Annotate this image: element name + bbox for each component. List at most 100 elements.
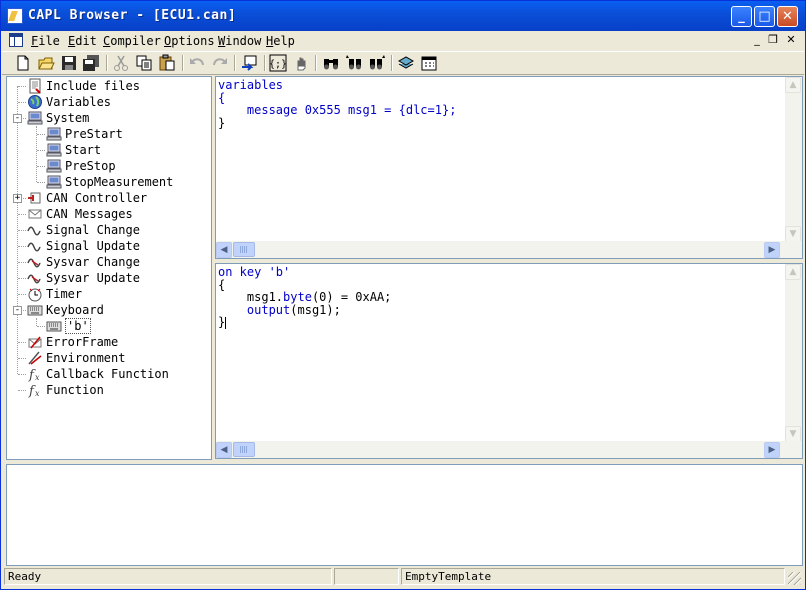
scroll-left-button[interactable]: ◀ xyxy=(216,242,232,258)
cut-icon[interactable] xyxy=(112,54,130,72)
handler-code[interactable]: on key 'b'{ msg1.byte(0) = 0xAA; output(… xyxy=(218,266,391,329)
copy-icon[interactable] xyxy=(135,54,153,72)
function-icon: fx xyxy=(27,366,43,383)
code-token: on key 'b' xyxy=(218,265,291,279)
tree-line xyxy=(18,358,26,359)
stack-icon[interactable] xyxy=(397,54,415,72)
scroll-right-button[interactable]: ▶ xyxy=(764,242,780,258)
tree-item-label: Signal Update xyxy=(46,239,140,253)
tree-item[interactable]: PreStop xyxy=(7,158,211,174)
undo-icon[interactable] xyxy=(188,54,206,72)
redo-icon[interactable] xyxy=(211,54,229,72)
toolbar-separator xyxy=(182,55,184,71)
output-pane[interactable] xyxy=(6,464,803,566)
tree-expander[interactable]: - xyxy=(13,114,22,123)
tree-line xyxy=(18,278,26,279)
vertical-scrollbar[interactable]: ▲ ▼ xyxy=(785,264,802,442)
menu-help[interactable]: Help xyxy=(266,34,295,48)
tree-item[interactable]: StopMeasurement xyxy=(7,174,211,190)
tree-item[interactable]: - Keyboard xyxy=(7,302,211,318)
capl-tree-pane[interactable]: Include files Variables - System PreStart Sta… xyxy=(6,76,212,460)
tree-item-label: System xyxy=(46,111,90,125)
save-all-icon[interactable] xyxy=(82,54,100,72)
handler-editor[interactable]: on key 'b'{ msg1.byte(0) = 0xAA; output(… xyxy=(215,263,803,459)
computer-icon xyxy=(46,142,62,158)
scroll-left-button[interactable]: ◀ xyxy=(216,442,232,458)
title-bar[interactable]: CAPL Browser - [ECU1.can] _ □ ✕ xyxy=(1,1,805,31)
tree-item[interactable]: Timer xyxy=(7,286,211,302)
new-file-icon[interactable] xyxy=(14,54,32,72)
goto-icon[interactable] xyxy=(240,54,258,72)
code-token: =1}; xyxy=(427,103,457,117)
scroll-down-button[interactable]: ▼ xyxy=(785,426,801,442)
scroll-up-button[interactable]: ▲ xyxy=(785,77,801,93)
scroll-down-button[interactable]: ▼ xyxy=(785,226,801,242)
tree-item[interactable]: 'b' xyxy=(7,318,211,334)
horizontal-scrollbar[interactable]: ◀ ▶ xyxy=(216,441,802,458)
find-prev-icon[interactable] xyxy=(368,54,386,72)
scroll-thumb[interactable] xyxy=(233,442,255,457)
tree-item[interactable]: CAN Messages xyxy=(7,206,211,222)
hand-icon[interactable] xyxy=(292,54,310,72)
tree-item[interactable]: Signal Change xyxy=(7,222,211,238)
resize-grip-icon[interactable] xyxy=(788,572,801,585)
find-icon[interactable] xyxy=(322,54,340,72)
scroll-up-button[interactable]: ▲ xyxy=(785,264,801,280)
toolbar-separator xyxy=(106,55,108,71)
tree-item-label: Variables xyxy=(46,95,112,109)
tree-item[interactable]: PreStart xyxy=(7,126,211,142)
include-files-icon xyxy=(27,78,43,94)
variables-editor[interactable]: variables{ message 0x555 msg1 = {dlc=1};… xyxy=(215,76,803,259)
tree-item[interactable]: Include files xyxy=(7,78,211,94)
computer-icon xyxy=(46,174,62,190)
tree-item-label: StopMeasurement xyxy=(65,175,174,189)
mdi-close-button[interactable]: ✕ xyxy=(784,33,798,47)
open-folder-icon[interactable] xyxy=(37,54,55,72)
tree-line xyxy=(18,102,26,103)
calendar-icon[interactable] xyxy=(420,54,438,72)
tree-item[interactable]: Signal Update xyxy=(7,238,211,254)
variables-code[interactable]: variables{ message 0x555 msg1 = {dlc=1};… xyxy=(218,79,456,129)
tree-item[interactable]: ErrorFrame xyxy=(7,334,211,350)
mdi-document-icon[interactable] xyxy=(9,33,23,47)
scroll-right-button[interactable]: ▶ xyxy=(764,442,780,458)
text-caret xyxy=(225,316,227,329)
tree-item[interactable]: - System xyxy=(7,110,211,126)
tree-item[interactable]: Start xyxy=(7,142,211,158)
tree-item[interactable]: Sysvar Update xyxy=(7,270,211,286)
close-button[interactable]: ✕ xyxy=(777,6,798,27)
tree-item[interactable]: Environment xyxy=(7,350,211,366)
compile-icon[interactable]: {;} xyxy=(269,54,287,72)
tree-item[interactable]: Sysvar Change xyxy=(7,254,211,270)
tree-item[interactable]: Variables xyxy=(7,94,211,110)
menu-options[interactable]: Options xyxy=(164,34,215,48)
tree-expander[interactable]: - xyxy=(13,306,22,315)
maximize-button[interactable]: □ xyxy=(754,6,775,27)
toolbar-separator xyxy=(315,55,317,71)
save-icon[interactable] xyxy=(60,54,78,72)
mdi-restore-button[interactable]: ❐ xyxy=(766,33,780,47)
scroll-thumb[interactable] xyxy=(233,242,255,257)
tree-expander[interactable]: + xyxy=(13,194,22,203)
mdi-minimize-button[interactable]: _ xyxy=(750,33,764,47)
menu-file[interactable]: File xyxy=(31,34,60,48)
tree-item[interactable]: f x Function xyxy=(7,382,211,399)
tree-item-label: Callback Function xyxy=(46,367,169,381)
svg-text:{;}: {;} xyxy=(269,59,287,70)
find-next-icon[interactable] xyxy=(345,54,363,72)
menu-edit[interactable]: Edit xyxy=(68,34,97,48)
tree-item[interactable]: f x Callback Function xyxy=(7,366,211,383)
error-frame-icon xyxy=(27,334,43,350)
paste-icon[interactable] xyxy=(158,54,176,72)
menu-compiler[interactable]: Compiler xyxy=(103,34,161,48)
menu-window[interactable]: Window xyxy=(218,34,261,48)
tree-line xyxy=(36,318,37,326)
horizontal-scrollbar[interactable]: ◀ ▶ xyxy=(216,241,802,258)
minimize-button[interactable]: _ xyxy=(731,6,752,27)
tree-item[interactable]: + CAN Controller xyxy=(7,190,211,206)
code-token: message 0x555 msg1 = { xyxy=(218,103,406,117)
code-line: message 0x555 msg1 = {dlc=1}; xyxy=(218,103,457,117)
tree-line xyxy=(18,342,26,343)
vertical-scrollbar[interactable]: ▲ ▼ xyxy=(785,77,802,242)
tree-line xyxy=(37,134,45,135)
